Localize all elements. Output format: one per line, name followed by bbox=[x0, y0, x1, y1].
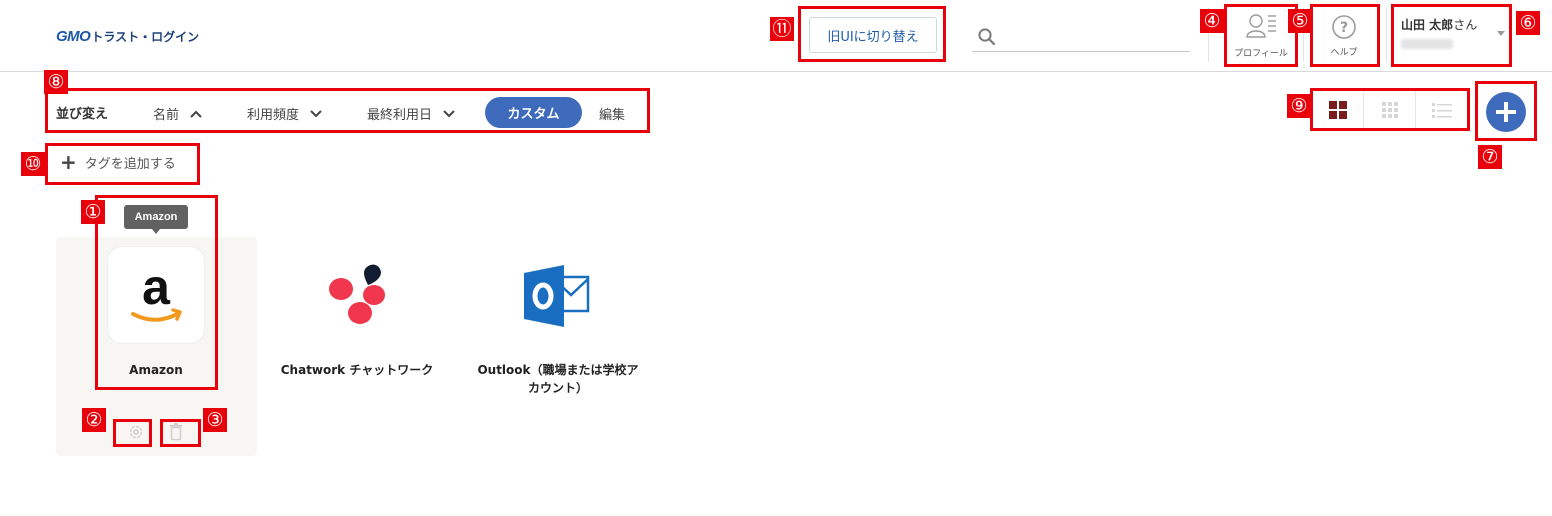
chatwork-logo-icon bbox=[329, 264, 385, 324]
annotation-marker-10: ⑩ bbox=[21, 152, 45, 176]
annotation-box-10 bbox=[45, 143, 200, 185]
annotation-marker-6: ⑥ bbox=[1516, 11, 1540, 35]
app-name-multiline: Outlook（職場または学校ア カウント） bbox=[465, 361, 651, 397]
app-outlook[interactable] bbox=[508, 247, 604, 343]
app-name: Chatwork チャットワーク bbox=[280, 363, 434, 377]
annotation-marker-8: ⑧ bbox=[44, 70, 68, 94]
annotation-box-6 bbox=[1391, 4, 1512, 67]
logo-secondary: トラスト・ログイン bbox=[91, 30, 200, 44]
search-icon bbox=[978, 28, 996, 46]
annotation-box-9 bbox=[1310, 88, 1470, 131]
annotation-marker-3: ③ bbox=[203, 408, 227, 432]
search-input[interactable] bbox=[1004, 26, 1184, 48]
app-name-line: カウント） bbox=[527, 381, 588, 395]
annotation-marker-7: ⑦ bbox=[1478, 145, 1502, 169]
annotation-box-4 bbox=[1224, 4, 1298, 67]
annotation-marker-5: ⑤ bbox=[1288, 9, 1312, 33]
annotation-box-5 bbox=[1310, 4, 1380, 67]
annotation-marker-2: ② bbox=[82, 408, 106, 432]
logo-primary: GMO bbox=[56, 28, 91, 45]
annotation-box-3 bbox=[160, 419, 201, 447]
annotation-box-7 bbox=[1475, 81, 1537, 141]
app-name-line: Outlook（職場または学校ア bbox=[477, 363, 639, 377]
annotation-marker-4: ④ bbox=[1200, 9, 1224, 33]
app-chatwork[interactable] bbox=[308, 247, 404, 343]
outlook-logo-icon bbox=[524, 265, 590, 327]
annotation-box-11 bbox=[798, 6, 946, 62]
annotation-box-2 bbox=[113, 419, 152, 447]
annotation-marker-11: ⑪ bbox=[770, 17, 794, 41]
annotation-marker-9: ⑨ bbox=[1287, 94, 1311, 118]
annotation-box-8 bbox=[45, 88, 650, 133]
header-divider bbox=[1386, 8, 1387, 62]
search-box bbox=[972, 24, 1190, 52]
brand-logo[interactable]: GMO トラスト・ログイン bbox=[56, 28, 199, 46]
annotation-marker-1: ① bbox=[81, 200, 105, 224]
annotation-box-1 bbox=[95, 195, 218, 390]
